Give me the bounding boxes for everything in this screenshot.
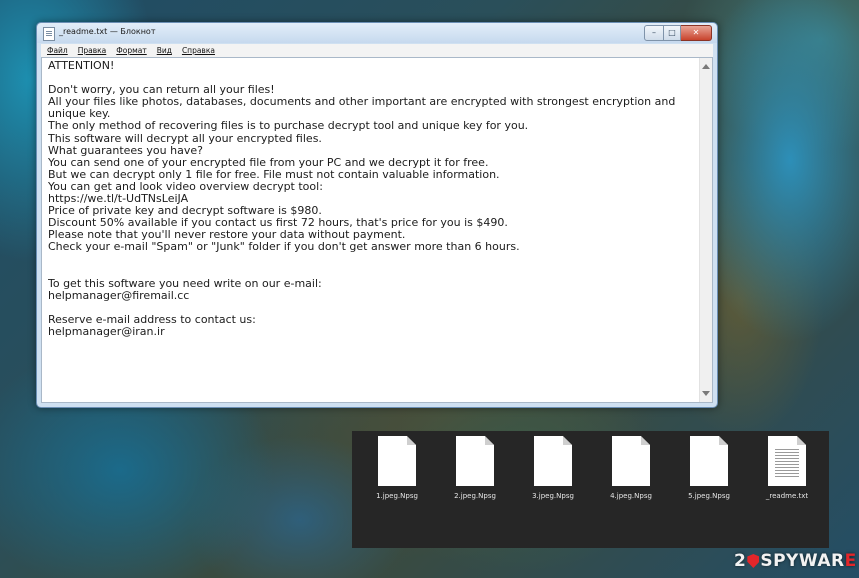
file-item[interactable]: 2.jpeg.Npsg xyxy=(440,436,510,500)
note-line xyxy=(48,266,698,278)
file-item[interactable]: 1.jpeg.Npsg xyxy=(362,436,432,500)
file-name: 3.jpeg.Npsg xyxy=(532,492,574,500)
notepad-window: _readme.txt — Блокнот – □ ✕ Файл Правка … xyxy=(36,22,718,408)
window-controls: – □ ✕ xyxy=(644,25,712,41)
blank-document-icon xyxy=(456,436,494,486)
menu-help[interactable]: Справка xyxy=(177,46,220,55)
maximize-button[interactable]: □ xyxy=(664,25,681,41)
file-item[interactable]: 4.jpeg.Npsg xyxy=(596,436,666,500)
note-line: All your files like photos, databases, d… xyxy=(48,95,679,121)
note-line: What guarantees you have? xyxy=(48,143,203,157)
note-line: To get this software you need write on o… xyxy=(48,276,322,290)
encrypted-files-panel: 1.jpeg.Npsg 2.jpeg.Npsg 3.jpeg.Npsg 4.jpeg.… xyxy=(352,431,829,548)
note-line xyxy=(48,254,698,266)
scroll-up-icon[interactable] xyxy=(702,64,710,69)
file-name: 1.jpeg.Npsg xyxy=(376,492,418,500)
file-item[interactable]: _readme.txt xyxy=(752,436,822,500)
vertical-scrollbar[interactable] xyxy=(699,58,712,402)
title-bar[interactable]: _readme.txt — Блокнот – □ ✕ xyxy=(37,23,717,43)
menu-bar: Файл Правка Формат Вид Справка xyxy=(41,44,713,57)
blank-document-icon xyxy=(612,436,650,486)
file-name: 2.jpeg.Npsg xyxy=(454,492,496,500)
blank-document-icon xyxy=(690,436,728,486)
file-name: 4.jpeg.Npsg xyxy=(610,492,652,500)
scroll-down-icon[interactable] xyxy=(702,391,710,396)
watermark-logo: 2 SPYWARE xyxy=(734,551,857,571)
close-button[interactable]: ✕ xyxy=(681,25,712,41)
file-name: _readme.txt xyxy=(765,492,809,500)
blank-document-icon xyxy=(378,436,416,486)
note-line: The only method of recovering files is t… xyxy=(48,119,529,133)
text-editor[interactable]: ATTENTION! Don't worry, you can return a… xyxy=(41,57,713,403)
menu-edit[interactable]: Правка xyxy=(73,46,112,55)
menu-format[interactable]: Формат xyxy=(111,46,151,55)
menu-file[interactable]: Файл xyxy=(41,46,73,55)
note-text[interactable]: ATTENTION! Don't worry, you can return a… xyxy=(48,60,698,402)
file-name: 5.jpeg.Npsg xyxy=(688,492,730,500)
minimize-button[interactable]: – xyxy=(644,25,664,41)
menu-view[interactable]: Вид xyxy=(152,46,177,55)
note-line: ATTENTION! xyxy=(48,60,115,72)
file-item[interactable]: 5.jpeg.Npsg xyxy=(674,436,744,500)
text-document-icon xyxy=(768,436,806,486)
note-line: This software will decrypt all your encr… xyxy=(48,131,322,145)
note-line: Check your e-mail "Spam" or "Junk" folde… xyxy=(48,240,520,254)
note-line: helpmanager@firemail.cc xyxy=(48,288,190,302)
note-line: helpmanager@iran.ir xyxy=(48,325,165,339)
shield-icon xyxy=(747,554,760,568)
notepad-icon xyxy=(43,27,55,41)
blank-document-icon xyxy=(534,436,572,486)
window-title: _readme.txt — Блокнот xyxy=(59,27,156,36)
file-item[interactable]: 3.jpeg.Npsg xyxy=(518,436,588,500)
